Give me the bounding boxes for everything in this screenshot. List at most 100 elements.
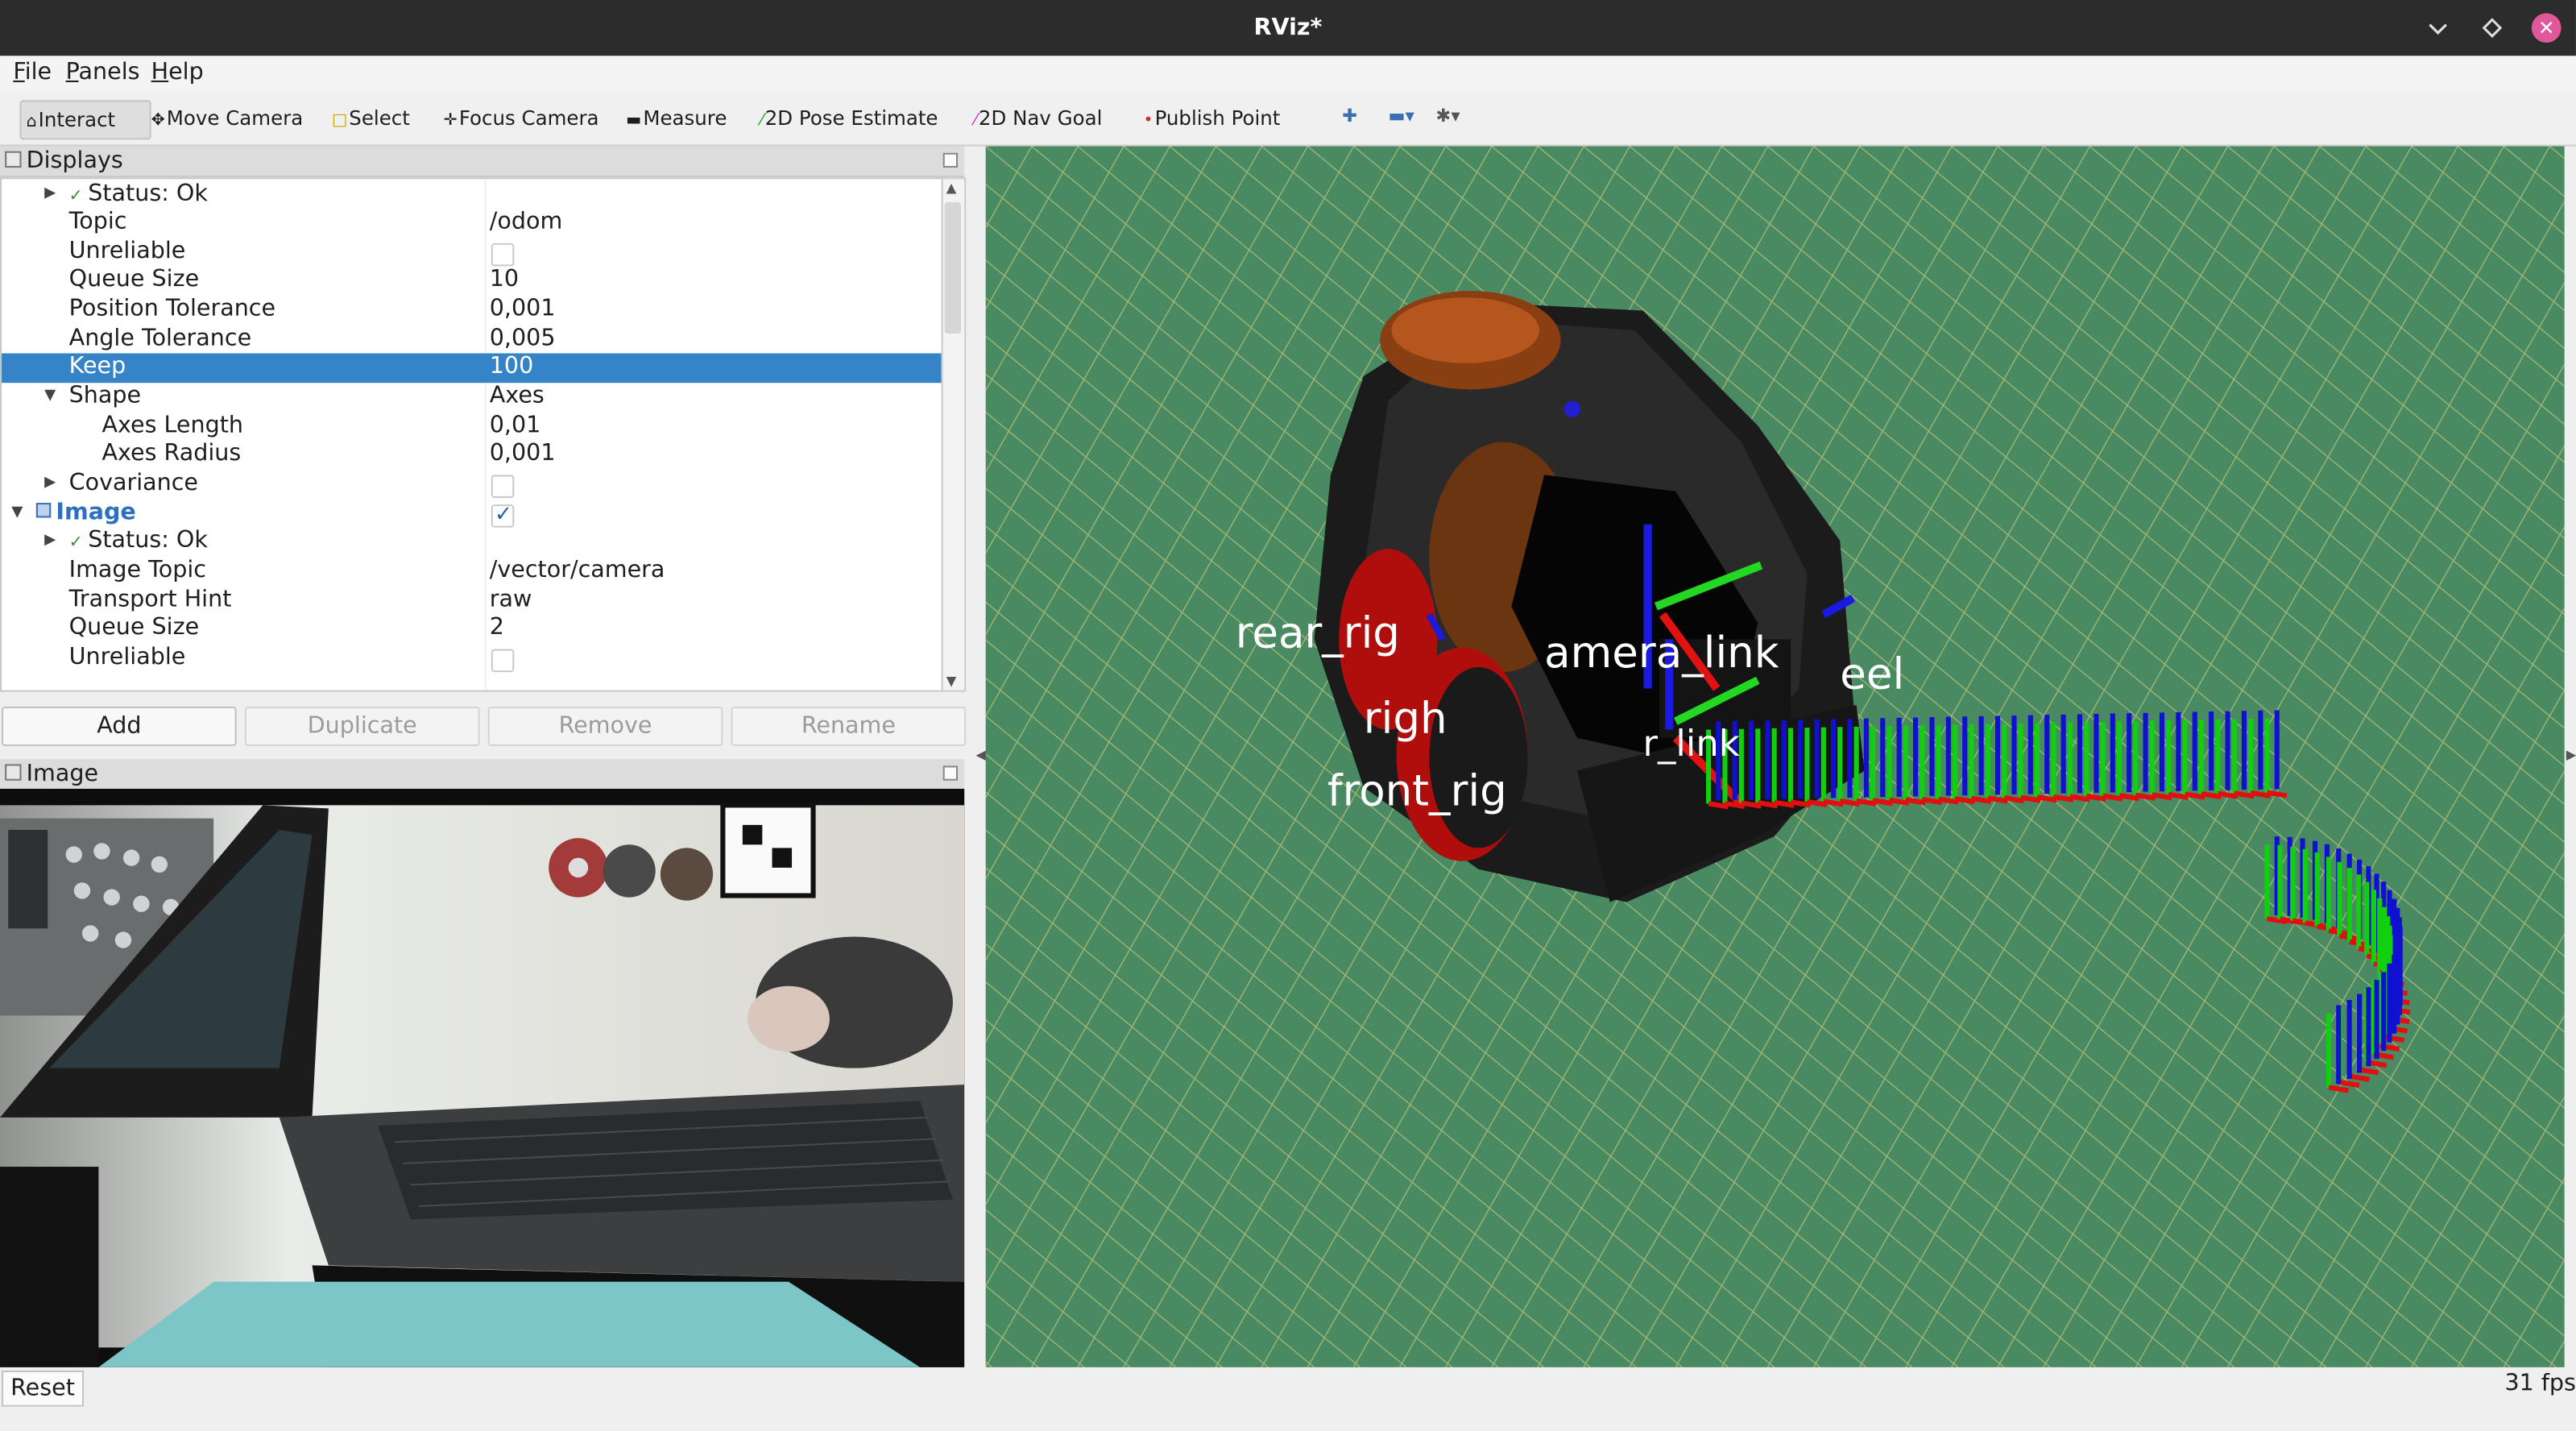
tree-row[interactable]: Transport Hint raw	[2, 586, 942, 615]
checkbox[interactable]	[491, 243, 515, 266]
menu-panels[interactable]: Panels	[66, 59, 140, 85]
close-icon[interactable]: ✕	[2531, 13, 2562, 44]
tree-row[interactable]: Axes Length 0,01	[2, 412, 942, 441]
status-bar: Reset 31 fps	[0, 1370, 2576, 1431]
tree-row-label: Image Topic	[68, 557, 206, 583]
tree-row[interactable]: Unreliable	[2, 644, 942, 673]
menu-bar: File Panels Help	[0, 56, 2576, 93]
tree-row-value[interactable]: 10	[490, 267, 519, 296]
displays-panel-header: Displays	[0, 146, 965, 178]
tree-row[interactable]: Topic/odom	[2, 209, 942, 238]
odom-axis-marker	[2349, 1073, 2370, 1082]
remove-tool-icon[interactable]: ▬▾	[1388, 106, 1414, 127]
panel-float-icon[interactable]	[942, 765, 959, 781]
tree-row[interactable]: Unreliable	[2, 238, 942, 267]
tool-properties-icon[interactable]: ✱▾	[1436, 106, 1460, 127]
grid-line	[985, 1171, 1223, 1367]
tool-focus-camera[interactable]: ✛ Focus Camera	[439, 100, 604, 136]
tree-row-value[interactable]: Axes	[490, 383, 545, 412]
3d-viewport[interactable]: rear_rig amera_link eel righ front_rig r…	[985, 146, 2565, 1367]
scrollbar-thumb[interactable]	[944, 201, 962, 334]
grid-line	[2503, 1258, 2565, 1367]
tree-row[interactable]: Angle Tolerance 0,005	[2, 325, 942, 354]
tree-row[interactable]: Queue Size 10	[2, 267, 942, 296]
tree-row[interactable]: ▶ ✓ Status: Ok	[2, 528, 942, 557]
tree-row[interactable]: ▼ Image	[2, 499, 942, 529]
tf-label: r_link	[1642, 724, 1740, 766]
grid-line	[2319, 146, 2565, 350]
collapse-arrow-icon[interactable]: ▶	[44, 528, 56, 557]
add-button[interactable]: Add	[2, 706, 237, 746]
maximize-icon[interactable]	[2476, 11, 2509, 44]
tree-row-label: Queue Size	[68, 267, 200, 293]
tree-row-label: Shape	[68, 383, 142, 409]
grid-line	[2365, 146, 2565, 312]
toolbar: ⌂ Interact ✥ Move Camera □ Select ✛ Focus Ca…	[0, 92, 2576, 147]
tree-row[interactable]: Axes Radius 0,001	[2, 441, 942, 470]
checkbox[interactable]	[491, 649, 515, 672]
pose-estimate-icon: ⁄	[760, 111, 764, 131]
expand-arrow-icon[interactable]: ▼	[11, 499, 23, 528]
tree-row[interactable]: ▼ Shape Axes	[2, 383, 942, 412]
tree-row[interactable]: ▶ Covariance	[2, 470, 942, 499]
displays-scrollbar[interactable]: ▲ ▼	[941, 177, 967, 692]
tree-row-value[interactable]: 0,001	[490, 296, 556, 325]
tree-row[interactable]: Queue Size 2	[2, 615, 942, 644]
tool-measure[interactable]: ▬ Measure	[621, 100, 732, 136]
tree-row-label: Axes Length	[101, 412, 244, 438]
tree-row[interactable]: Position Tolerance 0,001	[2, 296, 942, 325]
tool-publish-point[interactable]: • Publish Point	[1138, 100, 1285, 136]
grid-line	[2549, 146, 2565, 160]
tree-row-value[interactable]: 2	[490, 615, 504, 644]
odom-axis-marker	[2267, 790, 2288, 798]
collapse-arrow-icon[interactable]: ▶	[44, 180, 56, 209]
tree-row-label: ✓ Status: Ok	[69, 528, 208, 558]
tree-row-value[interactable]: /vector/camera	[490, 557, 665, 586]
grid-line	[985, 146, 1262, 637]
minimize-icon[interactable]	[2421, 11, 2454, 44]
rename-button[interactable]: Rename	[731, 706, 967, 746]
menu-help[interactable]: Help	[151, 59, 204, 85]
splitter-arrow-icon[interactable]: ◀	[975, 748, 986, 762]
grid-line	[985, 146, 1079, 311]
tree-row-label: Image	[35, 499, 136, 528]
grid-line	[2457, 146, 2565, 235]
tree-row[interactable]: ▶ ✓ Status: Ok	[2, 180, 942, 209]
displays-tree[interactable]: ▶ ✓ Status: Ok Topic/odom Unreliable Queue S…	[0, 177, 945, 692]
tool-interact[interactable]: ⌂ Interact	[19, 100, 151, 140]
menu-file[interactable]: File	[13, 59, 52, 85]
add-tool-icon[interactable]: ✚	[1342, 106, 1357, 127]
remove-button[interactable]: Remove	[487, 706, 723, 746]
interact-icon: ⌂	[26, 113, 37, 132]
tree-row-label: Transport Hint	[68, 586, 232, 612]
tree-row-label: Topic	[68, 209, 127, 235]
splitter-arrow-icon[interactable]: ▶	[2566, 748, 2576, 762]
image-panel-header: Image	[0, 759, 965, 790]
duplicate-button[interactable]: Duplicate	[244, 706, 480, 746]
tree-row-value[interactable]: /odom	[490, 209, 563, 238]
tree-row-value[interactable]: 0,01	[490, 412, 541, 441]
tree-row-value[interactable]: 0,005	[490, 325, 556, 354]
tool-2d-pose-estimate[interactable]: ⁄ 2D Pose Estimate	[756, 100, 942, 136]
tree-row[interactable]: Image Topic/vector/camera	[2, 557, 942, 586]
scroll-up-icon[interactable]: ▲	[946, 180, 957, 195]
tool-move-camera[interactable]: ✥ Move Camera	[147, 100, 309, 136]
expand-arrow-icon[interactable]: ▼	[44, 383, 56, 412]
collapse-arrow-icon[interactable]: ▶	[44, 470, 56, 499]
tool-2d-nav-goal[interactable]: ⁄ 2D Nav Goal	[969, 100, 1107, 136]
tree-row-value[interactable]: raw	[490, 586, 532, 615]
panel-float-icon[interactable]	[942, 152, 959, 168]
tree-row[interactable]: Keep 100	[2, 354, 942, 384]
odom-axis-marker	[2338, 1079, 2360, 1089]
checkbox[interactable]	[491, 500, 515, 529]
grid-line	[2043, 146, 2565, 578]
tree-row-value[interactable]: 100	[490, 354, 534, 383]
tf-label: righ	[1363, 695, 1447, 745]
checkbox[interactable]	[491, 475, 515, 498]
tool-select[interactable]: □ Select	[327, 100, 415, 136]
tf-label: eel	[1840, 650, 1905, 700]
tf-label: front_rig	[1327, 767, 1507, 817]
scroll-down-icon[interactable]: ▼	[946, 674, 957, 688]
reset-button[interactable]: Reset	[2, 1370, 85, 1407]
tree-row-value[interactable]: 0,001	[490, 441, 556, 470]
